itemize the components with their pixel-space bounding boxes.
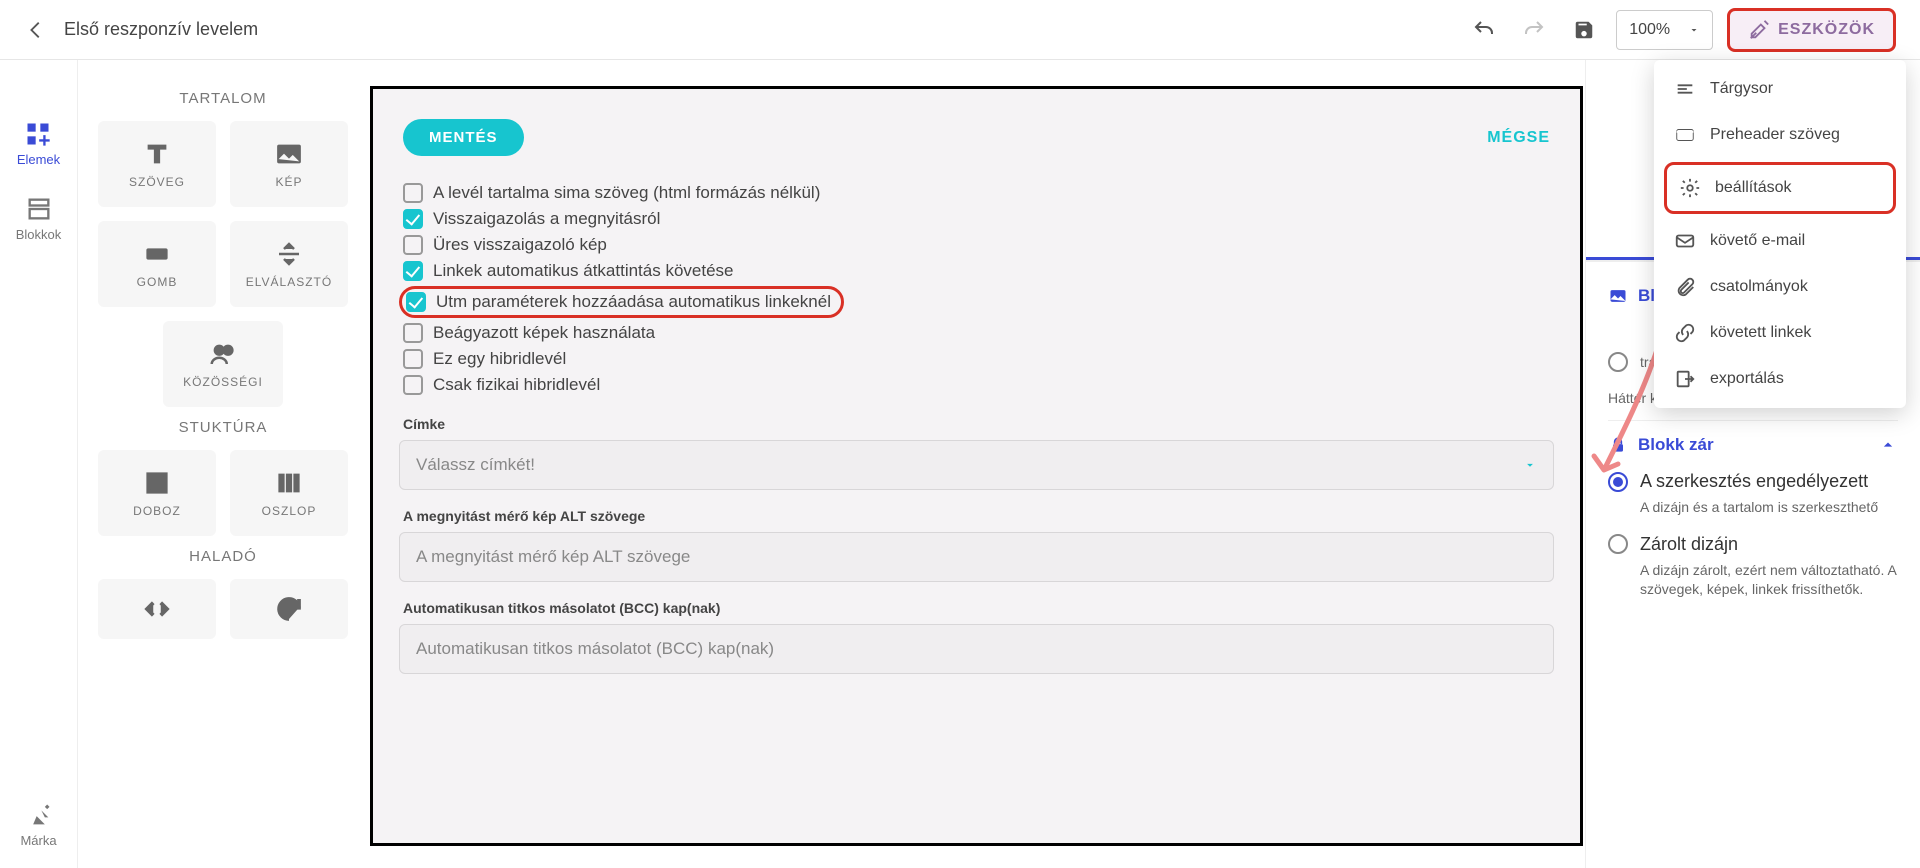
element-loop[interactable]	[230, 579, 348, 639]
page-title: Első reszponzív levelem	[64, 19, 258, 40]
zoom-value: 100%	[1629, 21, 1670, 39]
radio-locked-desc: A dizájn zárolt, ezért nem változtatható…	[1608, 561, 1898, 600]
label-bcc: Automatikusan titkos másolatot (BCC) kap…	[399, 600, 1554, 616]
section-content: TARTALOM	[78, 90, 368, 107]
checkbox-icon[interactable]	[406, 292, 426, 312]
radio-icon[interactable]	[1608, 472, 1628, 492]
settings-dialog: MENTÉS MÉGSE A levél tartalma sima szöve…	[370, 86, 1583, 846]
label-tag: Címke	[399, 416, 1554, 432]
checkbox-icon[interactable]	[403, 183, 423, 203]
tab-elements[interactable]: Elemek	[17, 120, 60, 167]
label-alt: A megnyitást mérő kép ALT szövege	[399, 508, 1554, 524]
radio-editable-desc: A dizájn és a tartalom is szerkeszthető	[1608, 498, 1898, 518]
check-hybrid[interactable]: Ez egy hibridlevél	[399, 346, 1554, 372]
save-button[interactable]: MENTÉS	[403, 119, 524, 156]
tab-brand[interactable]: Márka	[20, 801, 56, 848]
checkbox-icon[interactable]	[403, 261, 423, 281]
element-box[interactable]: DOBOZ	[98, 450, 216, 536]
tools-label: ESZKÖZÖK	[1778, 21, 1875, 39]
link-icon	[1674, 322, 1696, 344]
element-html[interactable]	[98, 579, 216, 639]
chevron-down-icon	[1688, 24, 1700, 36]
check-auto-click-tracking[interactable]: Linkek automatikus átkattintás követése	[399, 258, 1554, 284]
element-divider[interactable]: ELVÁLASZTÓ	[230, 221, 348, 307]
chevron-down-icon	[1523, 458, 1537, 472]
menu-tracked-links[interactable]: követett linkek	[1654, 310, 1906, 356]
check-empty-confirm-image[interactable]: Üres visszaigazoló kép	[399, 232, 1554, 258]
topbar: Első reszponzív levelem 100% ESZKÖZÖK	[0, 0, 1920, 60]
tab-blocks[interactable]: Blokkok	[16, 195, 62, 242]
element-button[interactable]: GOMB	[98, 221, 216, 307]
radio-icon[interactable]	[1608, 352, 1628, 372]
element-image[interactable]: KÉP	[230, 121, 348, 207]
lock-icon	[1608, 435, 1628, 455]
redo-button[interactable]	[1516, 12, 1552, 48]
element-column[interactable]: OSZLOP	[230, 450, 348, 536]
section-structure: STUKTÚRA	[78, 419, 368, 436]
menu-attachments[interactable]: csatolmányok	[1654, 264, 1906, 310]
element-social[interactable]: KÖZÖSSÉGI	[163, 321, 283, 407]
checkbox-icon[interactable]	[403, 375, 423, 395]
undo-button[interactable]	[1466, 12, 1502, 48]
radio-icon[interactable]	[1608, 534, 1628, 554]
radio-editable[interactable]: A szerkesztés engedélyezett	[1608, 463, 1898, 500]
section-lock-head[interactable]: Blokk zár	[1608, 420, 1898, 463]
menu-preheader[interactable]: Preheader szöveg	[1654, 112, 1906, 158]
section-advanced: HALADÓ	[78, 548, 368, 565]
element-text[interactable]: SZÖVEG	[98, 121, 216, 207]
tools-button[interactable]: ESZKÖZÖK	[1727, 8, 1896, 52]
menu-settings[interactable]: beállítások	[1664, 162, 1896, 214]
menu-subject[interactable]: Tárgysor	[1654, 66, 1906, 112]
menu-export[interactable]: exportálás	[1654, 356, 1906, 402]
check-plain-text[interactable]: A levél tartalma sima szöveg (html formá…	[399, 180, 1554, 206]
left-tabs: Elemek Blokkok Márka	[0, 60, 78, 868]
check-physical-hybrid[interactable]: Csak fizikai hibridlevél	[399, 372, 1554, 398]
check-open-confirm[interactable]: Visszaigazolás a megnyitásról	[399, 206, 1554, 232]
radio-locked[interactable]: Zárolt dizájn	[1608, 526, 1898, 563]
export-icon	[1674, 368, 1696, 390]
back-button[interactable]	[24, 18, 48, 42]
chevron-up-icon	[1878, 435, 1898, 455]
cancel-button[interactable]: MÉGSE	[1487, 129, 1550, 147]
checkbox-icon[interactable]	[403, 235, 423, 255]
check-embedded-images[interactable]: Beágyazott képek használata	[399, 320, 1554, 346]
bcc-input[interactable]: Automatikusan titkos másolatot (BCC) kap…	[399, 624, 1554, 674]
checkbox-icon[interactable]	[403, 349, 423, 369]
left-sidebar: Elemek Blokkok Márka TARTALOM SZÖVEG KÉP…	[0, 60, 368, 868]
tools-menu: Tárgysor Preheader szöveg beállítások kö…	[1654, 60, 1906, 408]
save-icon-button[interactable]	[1566, 12, 1602, 48]
left-panel: TARTALOM SZÖVEG KÉP GOMB ELVÁLASZTÓ	[78, 60, 368, 868]
zoom-select[interactable]: 100%	[1616, 10, 1713, 50]
paperclip-icon	[1674, 276, 1696, 298]
alt-input[interactable]: A megnyitást mérő kép ALT szövege	[399, 532, 1554, 582]
gear-icon	[1679, 177, 1701, 199]
menu-followup[interactable]: követő e-mail	[1654, 218, 1906, 264]
checkbox-icon[interactable]	[403, 209, 423, 229]
check-utm-params[interactable]: Utm paraméterek hozzáadása automatikus l…	[399, 286, 844, 318]
tag-select[interactable]: Válassz címkét!	[399, 440, 1554, 490]
checkbox-icon[interactable]	[403, 323, 423, 343]
